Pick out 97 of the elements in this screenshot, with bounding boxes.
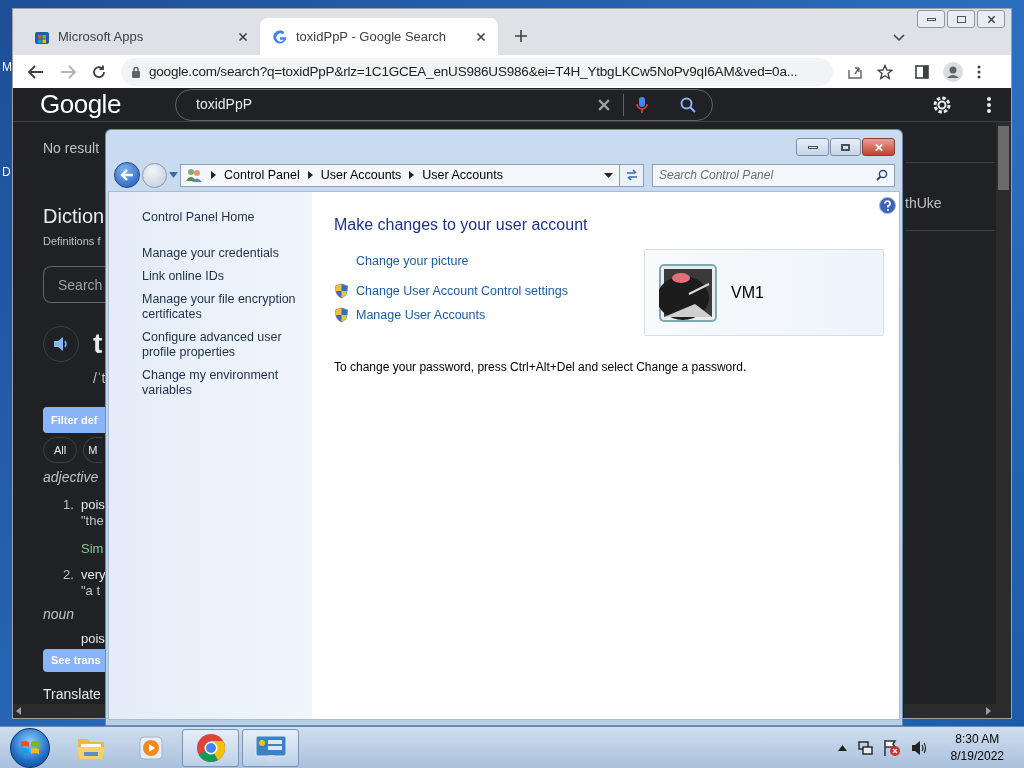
account-name: VM1	[731, 282, 764, 303]
breadcrumb-item[interactable]: Control Panel	[224, 165, 300, 185]
google-logo: Google	[40, 88, 122, 121]
chevron-right-icon	[211, 171, 216, 179]
profile-icon[interactable]	[943, 61, 963, 82]
dictionary-subtitle: Definitions f	[43, 234, 101, 249]
sidebar-link[interactable]: Manage your file encryption certificates	[142, 292, 302, 322]
control-panel-icon	[253, 733, 288, 762]
windows-logo-icon	[20, 738, 40, 757]
breadcrumb-item[interactable]: User Accounts	[320, 165, 402, 185]
refresh-button[interactable]	[620, 163, 644, 187]
sidebar-link[interactable]: Control Panel Home	[142, 210, 302, 225]
sidebar-link[interactable]: Change my environment variables	[142, 368, 302, 398]
address-bar[interactable]: google.com/search?q=toxidPpP&rlz=1C1GCEA_enUS986US986&ei=T4H_YtbgLKCw5NoPv9qI6AM&ved=0a...	[121, 57, 833, 86]
help-icon[interactable]	[879, 197, 896, 214]
sidebar-link[interactable]: Manage your credentials	[142, 246, 302, 261]
star-icon[interactable]	[877, 63, 893, 80]
back-icon[interactable]	[27, 63, 45, 80]
chevron-down-icon[interactable]	[893, 34, 905, 43]
taskbar-button[interactable]	[182, 728, 239, 767]
page-heading: Make changes to your user account	[334, 215, 589, 235]
search-value: toxidPpP	[196, 95, 254, 114]
lock-icon	[131, 65, 141, 78]
chevron-right-icon	[409, 171, 415, 179]
sidebar-link[interactable]: Configure advanced user profile properties	[142, 330, 302, 360]
scroll-left-icon[interactable]	[16, 707, 21, 715]
sense-number: 2.	[63, 567, 75, 583]
close-button[interactable]	[862, 138, 895, 156]
url-text: google.com/search?q=toxidPpP&rlz=1C1GCEA_enUS986US986&ei=T4H_YtbgLKCw5NoPv9qI6AM&ved=0a...	[149, 62, 798, 81]
desktop-icon-label: D	[2, 164, 11, 181]
address-bar[interactable]: Control Panel User Accounts User Accounts	[180, 163, 620, 187]
minimize-button[interactable]	[917, 10, 945, 28]
translate-text: Translate	[43, 685, 101, 704]
start-button[interactable]	[10, 727, 50, 768]
sense-text: pois	[81, 631, 105, 647]
clock[interactable]: 8:30 AM 8/19/2022	[950, 730, 1004, 765]
action-center-icon[interactable]	[882, 738, 901, 757]
part-of-speech: adjective	[43, 468, 100, 487]
dictionary-word: t	[93, 327, 103, 361]
volume-icon[interactable]	[910, 739, 927, 756]
back-arrow-icon	[120, 169, 134, 181]
search-placeholder: Search Control Panel	[659, 167, 775, 184]
minimize-button[interactable]	[796, 138, 829, 156]
browser-tab[interactable]: toxidPpP - Google Search	[260, 18, 498, 56]
task-link[interactable]: Change User Account Control settings	[356, 283, 568, 299]
users-icon	[185, 167, 203, 183]
apps-menu-icon[interactable]	[987, 96, 991, 113]
sense-number: 1.	[63, 497, 75, 513]
close-icon	[986, 14, 996, 24]
task-link[interactable]: Manage User Accounts	[356, 307, 486, 323]
close-icon[interactable]	[238, 31, 248, 42]
search-icon[interactable]	[680, 96, 696, 113]
side-panel-icon[interactable]	[915, 64, 929, 79]
new-tab-icon[interactable]	[514, 29, 528, 44]
google-icon	[272, 28, 288, 45]
menu-icon[interactable]	[977, 64, 981, 79]
reload-icon[interactable]	[91, 63, 107, 80]
control-panel-search-field[interactable]: Search Control Panel	[652, 163, 895, 187]
sense-text: very	[81, 567, 106, 583]
example-text: "the	[81, 513, 105, 528]
part-of-speech: noun	[43, 605, 76, 624]
clock-date: 8/19/2022	[950, 747, 1004, 765]
task-link[interactable]: Change your picture	[356, 254, 469, 269]
similar-label: Sim	[81, 541, 105, 557]
tab-title: Microsoft Apps	[58, 28, 145, 47]
sense-text: pois	[81, 497, 105, 513]
phonetic-text: /ˈt	[93, 370, 106, 386]
dictionary-search-field[interactable]: Search	[43, 266, 106, 303]
scroll-right-icon[interactable]	[986, 707, 991, 715]
chevron-right-icon	[307, 171, 313, 179]
refresh-icon	[624, 169, 639, 181]
play-icon	[137, 734, 164, 761]
close-button[interactable]	[977, 10, 1005, 28]
show-hidden-icons[interactable]	[837, 744, 847, 751]
example-text: "a t	[81, 583, 102, 598]
back-button[interactable]	[114, 162, 140, 188]
breadcrumb-item[interactable]: User Accounts	[422, 165, 503, 185]
maximize-button[interactable]	[830, 138, 861, 156]
sidebar-link[interactable]: Link online IDs	[142, 269, 302, 284]
results-text: No result	[43, 139, 100, 158]
chrome-icon	[195, 732, 226, 763]
clock-time: 8:30 AM	[955, 730, 1000, 748]
clear-icon[interactable]	[597, 97, 611, 112]
dictionary-title: Diction	[43, 204, 105, 229]
microphone-icon[interactable]	[636, 95, 648, 114]
taskbar-button[interactable]	[242, 728, 299, 767]
tab-title: toxidPpP - Google Search	[296, 28, 448, 47]
desktop-icon-label: M	[2, 59, 12, 76]
dropdown-icon[interactable]	[604, 172, 613, 178]
network-icon[interactable]	[856, 739, 873, 756]
close-icon[interactable]	[476, 31, 486, 42]
side-panel-text: thUke	[905, 194, 943, 213]
close-icon	[873, 142, 884, 152]
password-note: To change your password, press Ctrl+Alt+Del and select Change a password.	[334, 359, 748, 376]
speaker-icon	[53, 336, 69, 352]
restore-button[interactable]	[947, 10, 975, 28]
search-icon	[876, 169, 888, 181]
